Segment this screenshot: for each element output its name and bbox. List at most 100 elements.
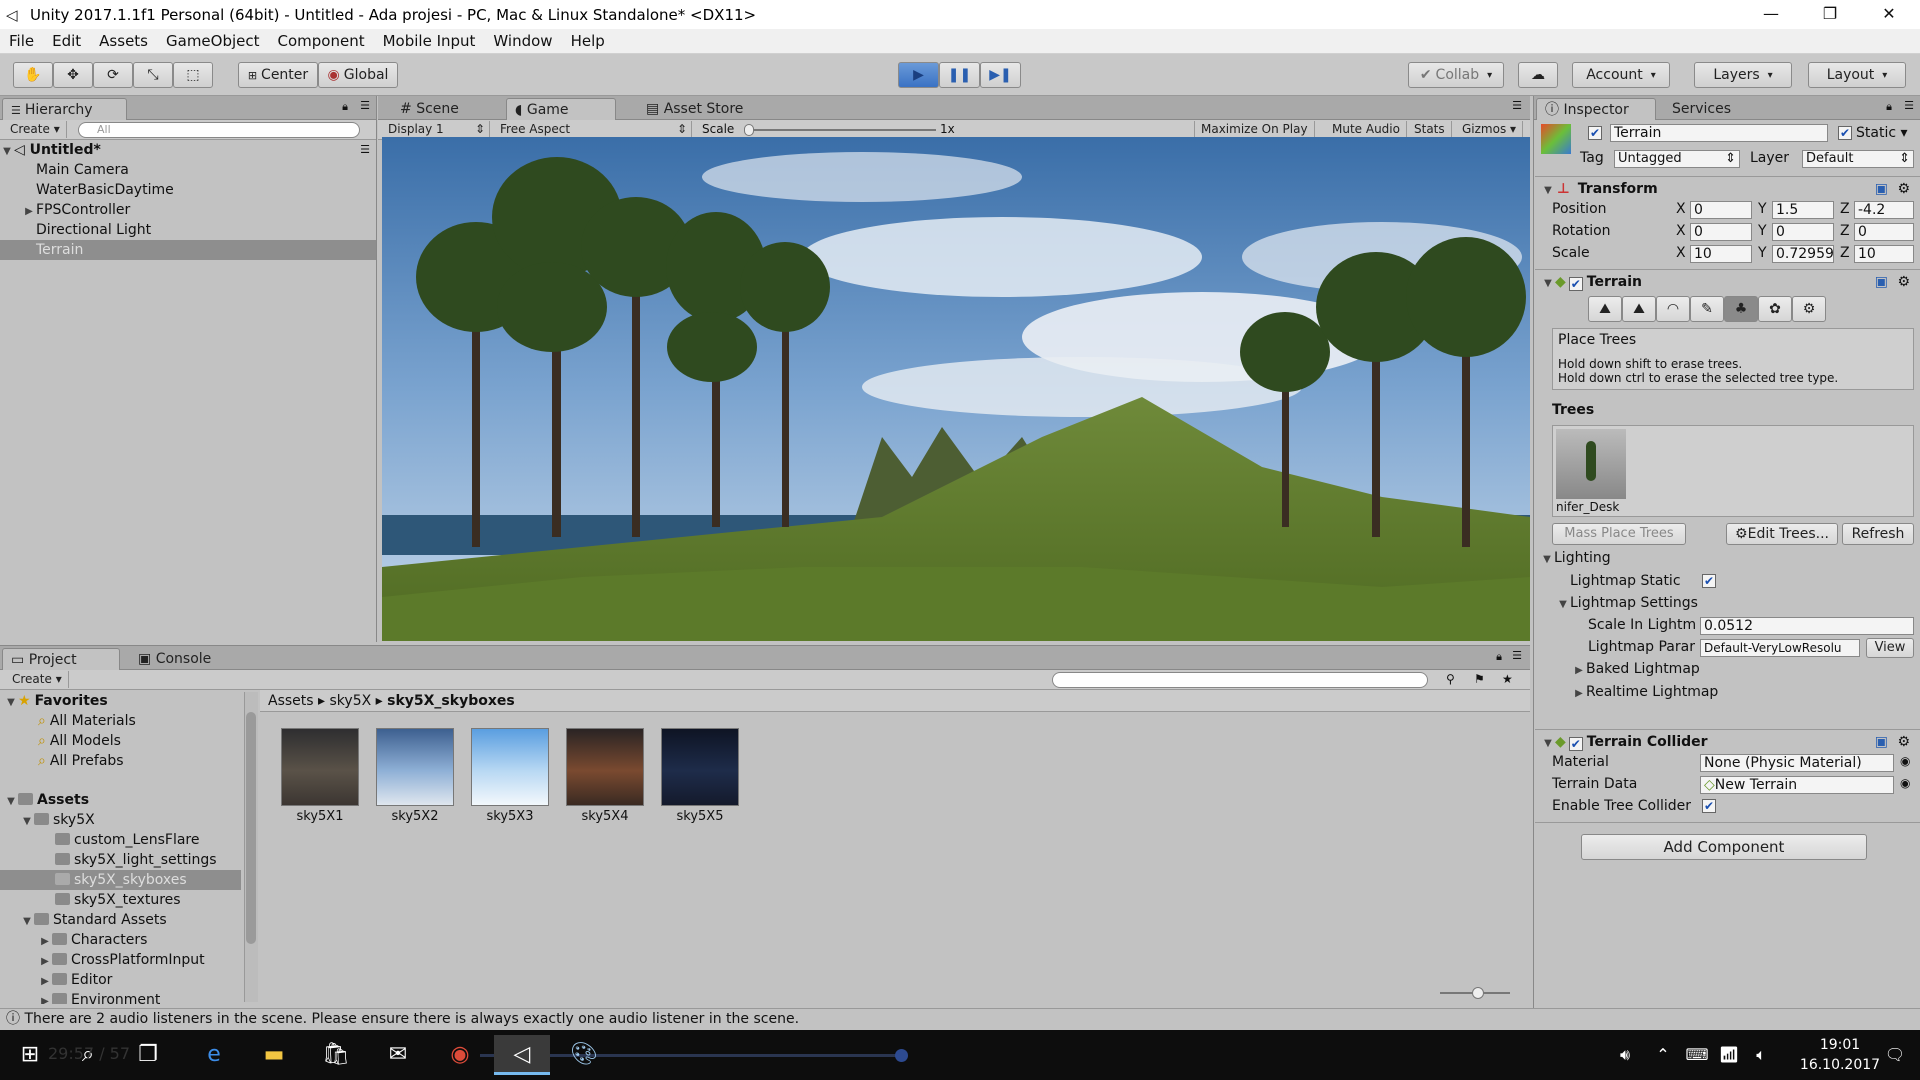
expand-arrow-icon[interactable]: ▼ — [4, 693, 18, 713]
lightmap-params-dropdown[interactable]: Default-VeryLowResolu — [1700, 639, 1860, 657]
mute-audio-toggle[interactable]: Mute Audio — [1326, 121, 1407, 138]
enable-tree-collider-checkbox[interactable]: ✔ — [1702, 799, 1716, 813]
status-bar[interactable]: ⓘ There are 2 audio listeners in the sce… — [0, 1008, 1920, 1030]
tree-item-custom-lensflare[interactable]: custom_LensFlare — [55, 830, 199, 850]
scale-slider[interactable] — [746, 129, 936, 131]
favorite-star-icon[interactable]: ★ — [1502, 672, 1513, 686]
rotate-tool-icon[interactable]: ⟳ — [93, 62, 133, 88]
breadcrumb-current[interactable]: sky5X_skyboxes — [387, 693, 515, 709]
tree-item-crossplatforminput[interactable]: ▶ CrossPlatformInput — [38, 950, 205, 970]
show-hidden-icons[interactable]: ⌃ — [1648, 1030, 1678, 1080]
tree-prototype-thumbnail[interactable] — [1556, 429, 1626, 499]
active-checkbox[interactable]: ✔ — [1588, 126, 1602, 140]
favorite-all-models[interactable]: ⌕ All Models — [38, 731, 121, 751]
tree-item-skyboxes[interactable]: sky5X_skyboxes — [0, 870, 241, 890]
scale-y-field[interactable]: 0.72959 — [1772, 245, 1834, 263]
lightmap-static-checkbox[interactable]: ✔ — [1702, 574, 1716, 588]
hierarchy-item-main-camera[interactable]: Main Camera — [0, 160, 376, 180]
expand-arrow-icon[interactable]: ▼ — [4, 792, 18, 812]
step-button[interactable]: ▶❚ — [980, 62, 1021, 88]
chrome-icon[interactable]: ◉ — [432, 1035, 488, 1075]
scale-x-field[interactable]: 10 — [1690, 245, 1752, 263]
unity-taskbar-icon[interactable]: ◁ — [494, 1035, 550, 1075]
assets-root[interactable]: ▼ Assets — [4, 790, 89, 810]
asset-thumbnail[interactable] — [661, 728, 739, 806]
maximize-on-play-toggle[interactable]: Maximize On Play — [1194, 121, 1315, 138]
asset-thumbnail[interactable] — [471, 728, 549, 806]
collider-enabled-checkbox[interactable]: ✔ — [1568, 737, 1583, 751]
lightmap-params-view-button[interactable]: View — [1866, 638, 1914, 658]
edit-trees-button[interactable]: ⚙Edit Trees... — [1726, 523, 1838, 545]
expand-arrow-icon[interactable]: ▼ — [20, 812, 34, 832]
tab-hierarchy[interactable]: ☰ Hierarchy — [2, 98, 127, 120]
scale-z-field[interactable]: 10 — [1854, 245, 1914, 263]
hierarchy-item-fpscontroller[interactable]: ▶ FPSController — [0, 200, 376, 220]
menu-component[interactable]: Component — [269, 32, 374, 50]
rect-tool-icon[interactable]: ⬚ — [173, 62, 213, 88]
breadcrumb-assets[interactable]: Assets — [268, 693, 314, 709]
tree-item-characters[interactable]: ▶ Characters — [38, 930, 147, 950]
expand-arrow-icon[interactable]: ▼ — [20, 912, 34, 932]
panel-menu-icon[interactable]: ☰ — [1904, 99, 1914, 112]
store-icon[interactable]: 🛍︎ — [308, 1035, 364, 1075]
tree-item-sky5x[interactable]: ▼ sky5X — [20, 810, 95, 830]
close-button[interactable]: ✕ — [1860, 0, 1918, 29]
terrain-settings-icon[interactable]: ⚙ — [1792, 296, 1826, 322]
tree-item-standard-assets[interactable]: ▼ Standard Assets — [20, 910, 167, 930]
expand-arrow-icon[interactable]: ▼ — [1541, 273, 1555, 295]
expand-arrow-icon[interactable]: ▼ — [1540, 550, 1554, 570]
game-view[interactable] — [382, 137, 1530, 641]
rotation-y-field[interactable]: 0 — [1772, 223, 1834, 241]
panel-menu-icon[interactable]: ☰ — [360, 99, 370, 112]
transform-header[interactable]: ▼ ⊥ Transform ▣ ⚙ — [1535, 178, 1920, 200]
mail-icon[interactable]: ✉ — [370, 1035, 426, 1075]
lighting-foldout[interactable]: ▼ Lighting — [1540, 548, 1610, 570]
network-tray-icon[interactable]: 📶︎ — [1714, 1030, 1744, 1080]
edge-browser-icon[interactable]: e — [186, 1035, 242, 1075]
play-button[interactable]: ▶ — [898, 62, 939, 88]
paint-details-icon[interactable]: ✿ — [1758, 296, 1792, 322]
settings-gear-icon[interactable]: ⚙ — [1897, 731, 1910, 753]
breadcrumb-sky5x[interactable]: sky5X — [330, 693, 372, 709]
menu-help[interactable]: Help — [562, 32, 614, 50]
tab-asset-store[interactable]: ▤ Asset Store — [638, 98, 768, 120]
tab-project[interactable]: ▭ Project — [2, 648, 120, 670]
panel-menu-icon[interactable]: ☰ — [1512, 649, 1522, 662]
position-z-field[interactable]: -4.2 — [1854, 201, 1914, 219]
stats-toggle[interactable]: Stats — [1408, 121, 1452, 138]
help-icon[interactable]: ▣ — [1875, 731, 1888, 753]
filter-type-icon[interactable]: ⚲ — [1446, 672, 1455, 686]
collab-button[interactable]: ✔ Collab — [1408, 62, 1504, 88]
display-dropdown[interactable]: Display 1 ⇕ — [382, 121, 490, 138]
paint-height-icon[interactable]: ⛰ — [1622, 296, 1656, 322]
tree-item-editor[interactable]: ▶ Editor — [38, 970, 112, 990]
tree-scrollbar-thumb[interactable] — [246, 712, 256, 944]
move-tool-icon[interactable]: ✥ — [53, 62, 93, 88]
object-picker-icon[interactable]: ◉ — [1900, 754, 1910, 768]
favorite-all-materials[interactable]: ⌕ All Materials — [38, 711, 136, 731]
cloud-button[interactable]: ☁ — [1518, 62, 1558, 88]
tag-dropdown[interactable]: Untagged ⇕ — [1614, 150, 1740, 168]
tab-game[interactable]: ◖ Game — [506, 98, 616, 120]
tab-inspector[interactable]: ⓘ Inspector — [1536, 98, 1656, 120]
settings-gear-icon[interactable]: ⚙ — [1897, 178, 1910, 200]
favorites-header[interactable]: ▼ ★ Favorites — [4, 691, 108, 711]
object-name-field[interactable]: Terrain — [1610, 124, 1828, 142]
account-dropdown[interactable]: Account — [1572, 62, 1670, 88]
gizmos-dropdown[interactable]: Gizmos ▾ — [1456, 121, 1524, 138]
hierarchy-create-button[interactable]: Create ▾ — [4, 121, 67, 138]
terrain-collider-header[interactable]: ▼ ◆ ✔ Terrain Collider ▣ ⚙ — [1535, 731, 1920, 753]
position-y-field[interactable]: 1.5 — [1772, 201, 1834, 219]
keyboard-tray-icon[interactable]: ⌨ — [1682, 1030, 1712, 1080]
favorite-all-prefabs[interactable]: ⌕ All Prefabs — [38, 751, 124, 771]
speaker-tray-icon[interactable]: 🔈︎ — [1746, 1030, 1776, 1080]
help-icon[interactable]: ▣ — [1875, 271, 1888, 293]
expand-arrow-icon[interactable]: ▶ — [1572, 684, 1586, 704]
expand-arrow-icon[interactable]: ▶ — [38, 952, 52, 972]
terrain-enabled-checkbox[interactable]: ✔ — [1568, 277, 1583, 291]
project-create-button[interactable]: Create ▾ — [6, 671, 69, 688]
tab-console[interactable]: ▣ Console — [130, 648, 240, 670]
scene-menu-icon[interactable]: ☰ — [360, 140, 370, 160]
lock-icon[interactable]: 🔒︎ — [1886, 100, 1892, 114]
baked-lightmap-foldout[interactable]: ▶ Baked Lightmap — [1572, 659, 1700, 679]
